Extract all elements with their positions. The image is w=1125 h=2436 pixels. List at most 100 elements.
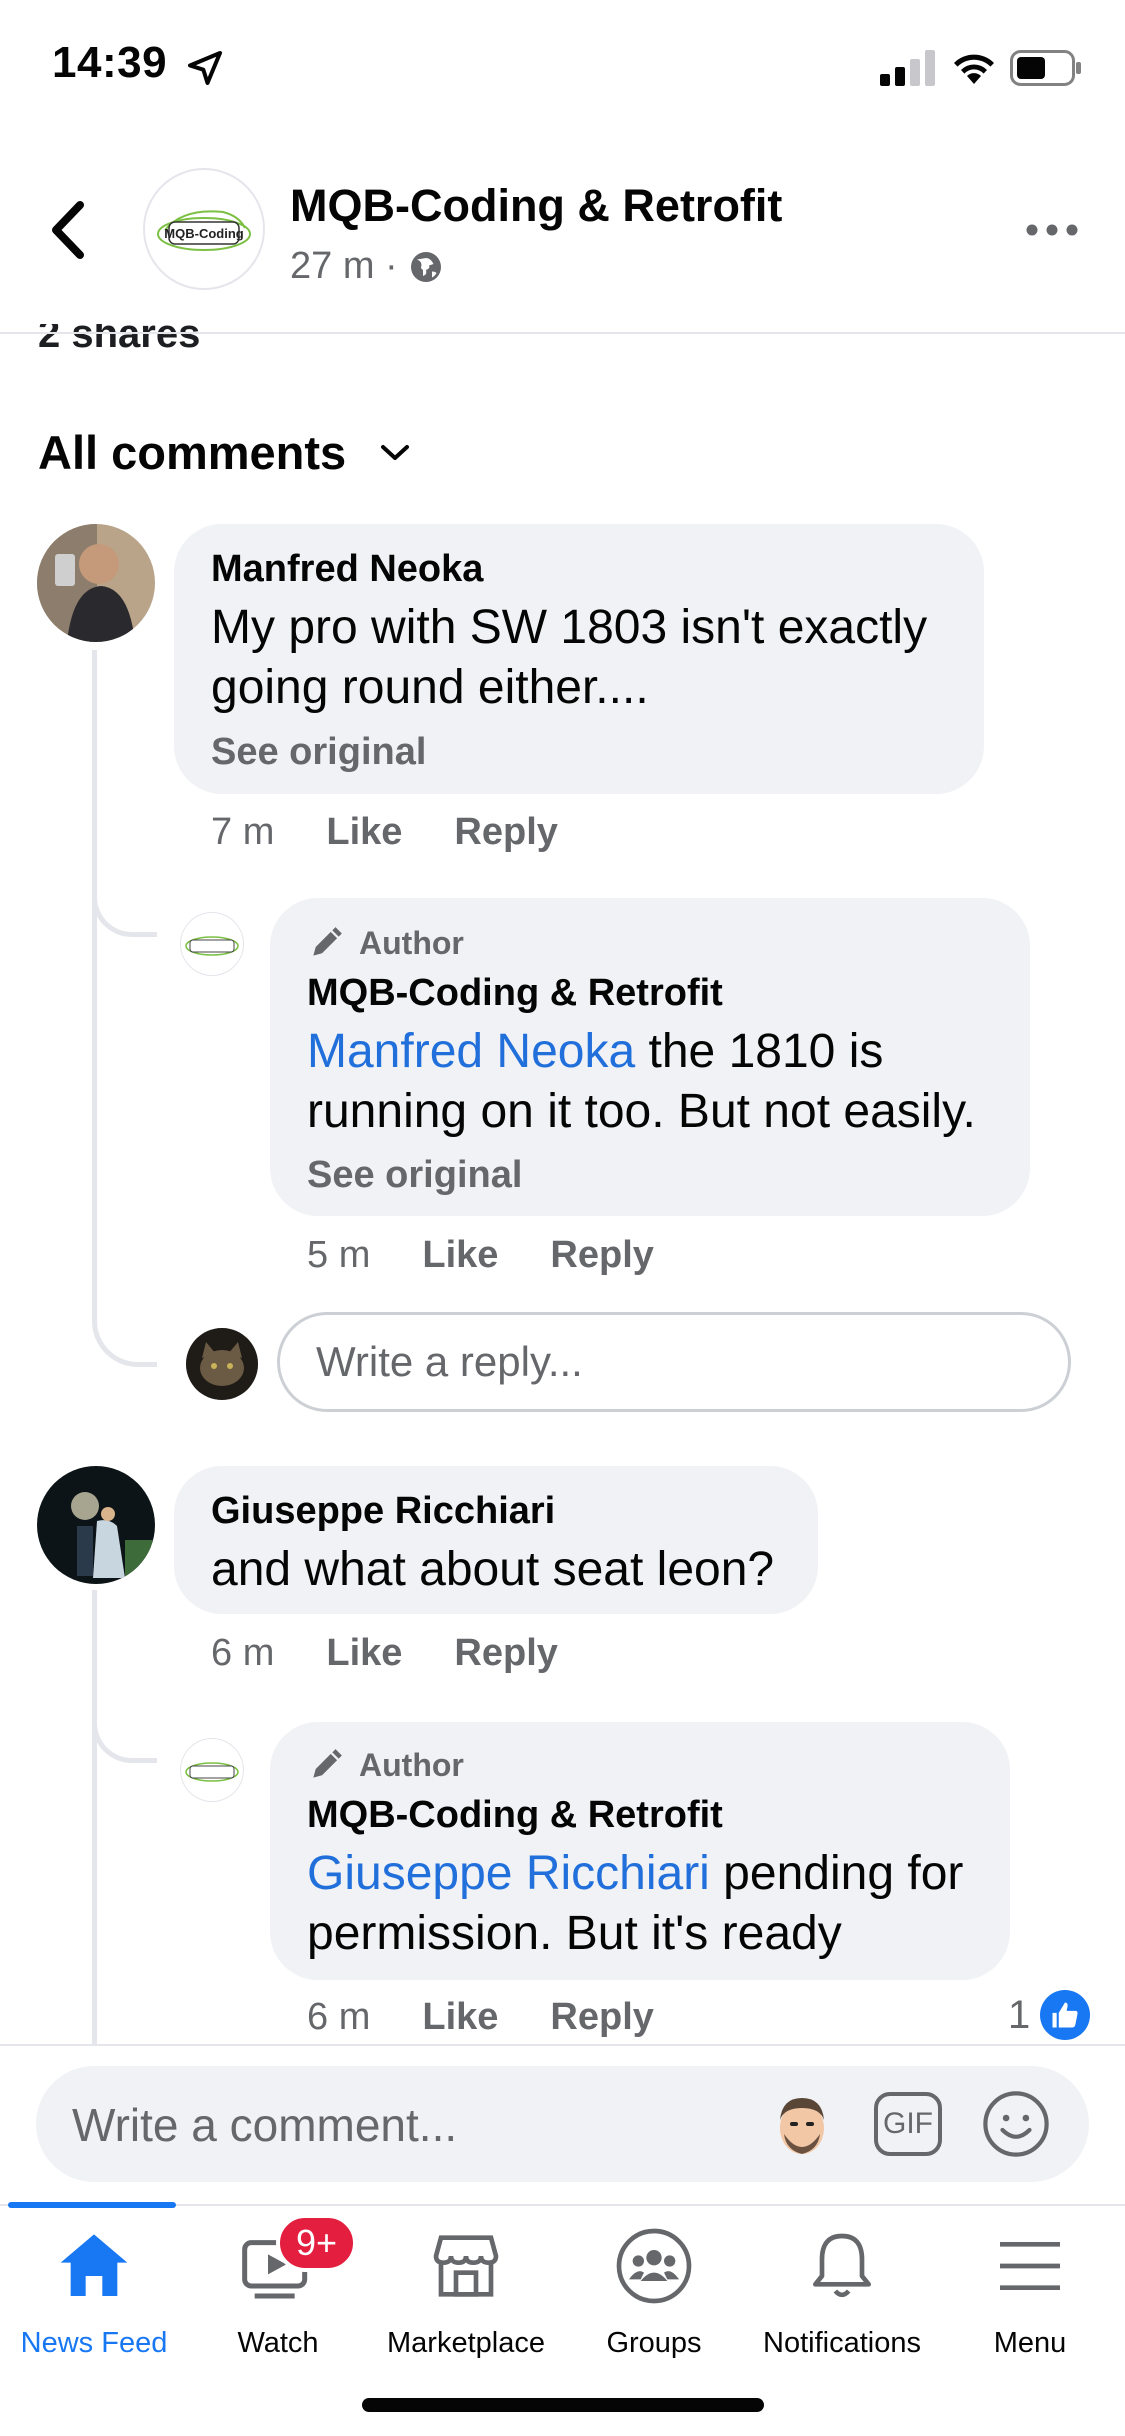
tab-news-feed[interactable]: News Feed (0, 2220, 188, 2360)
thread-line (92, 1590, 97, 2044)
globe-icon (410, 251, 441, 282)
comment-input-placeholder[interactable]: Write a comment... (72, 2098, 457, 2152)
pencil-icon (313, 927, 342, 956)
like-reaction-icon (1040, 1990, 1091, 2040)
post-time: 27 m · (290, 245, 398, 287)
cat-photo (186, 1328, 258, 1400)
mqb-logo-icon: MQB-Coding (157, 210, 251, 251)
see-original-link[interactable]: See original (307, 1154, 522, 1197)
reply-button[interactable]: Reply (550, 1996, 653, 2039)
wifi-icon (954, 54, 994, 84)
battery-icon (1010, 50, 1081, 86)
comments-filter-label: All comments (38, 426, 347, 479)
author-tag: Author (307, 924, 464, 962)
page-name[interactable]: MQB-Coding & Retrofit (290, 180, 782, 232)
svg-text:MQB-Coding: MQB-Coding (164, 226, 243, 241)
reply-input[interactable]: Write a reply... (277, 1312, 1071, 1412)
reply-actions: 6 m Like Reply (307, 1996, 654, 2039)
comments-filter[interactable]: All comments (38, 425, 412, 480)
reply-text-line: Manfred Neoka the 1810 is (307, 1022, 883, 1082)
gif-label: GIF (883, 2107, 933, 2140)
reply-input-placeholder: Write a reply... (316, 1338, 583, 1385)
like-button[interactable]: Like (326, 811, 402, 854)
home-indicator (362, 2398, 764, 2412)
tab-menu[interactable]: Menu (936, 2220, 1124, 2360)
reply-actions: 5 m Like Reply (307, 1234, 654, 1277)
bell-icon (813, 2233, 871, 2298)
header-divider (0, 332, 1125, 334)
avatar-manfred[interactable] (37, 524, 155, 642)
comment-text-line: and what about seat leon? (211, 1543, 775, 1596)
page-avatar[interactable]: MQB-Coding (143, 168, 265, 290)
author-tag-label: Author (359, 924, 464, 961)
chevron-down-icon (381, 444, 410, 460)
mqb-logo-icon (185, 936, 239, 956)
user-photo (37, 1466, 155, 1584)
current-user-avatar[interactable] (186, 1328, 258, 1400)
comment-time: 6 m (211, 1632, 275, 1674)
reaction-count: 1 (1008, 1992, 1031, 2037)
reply-button[interactable]: Reply (454, 811, 557, 854)
comment-text-line: going round either.... (211, 661, 649, 714)
reply-author[interactable]: MQB-Coding & Retrofit (307, 1794, 723, 1837)
page-avatar-small[interactable] (180, 912, 244, 976)
like-button[interactable]: Like (422, 1234, 498, 1277)
avatar-giuseppe[interactable] (37, 1466, 155, 1584)
author-tag-label: Author (359, 1746, 464, 1783)
reply-button[interactable]: Reply (454, 1632, 557, 1675)
menu-icon (1000, 2242, 1060, 2290)
comment-text-line: My pro with SW 1803 isn't exactly (211, 601, 928, 654)
composer-divider (0, 2044, 1125, 2046)
reply-time: 5 m (307, 1234, 371, 1276)
tab-label: Groups (606, 2327, 702, 2359)
thread-line (92, 650, 97, 880)
see-original-link[interactable]: See original (211, 731, 426, 774)
location-arrow-icon (188, 51, 222, 85)
reply-text-line: permission. But it's ready (307, 1907, 842, 1960)
emoji-button[interactable] (980, 2088, 1052, 2160)
mention-link[interactable]: Giuseppe Ricchiari (307, 1847, 710, 1900)
thread-connector (92, 880, 157, 1367)
tab-label: Marketplace (387, 2327, 545, 2359)
tab-notifications[interactable]: Notifications (748, 2220, 936, 2360)
reply-text: the 1810 is (635, 1025, 884, 1078)
tab-label: Menu (993, 2327, 1067, 2359)
cellular-signal-icon (880, 50, 935, 86)
active-tab-indicator (8, 2202, 176, 2208)
reply-text-line: Giuseppe Ricchiari pending for (307, 1844, 963, 1904)
tab-marketplace[interactable]: Marketplace (372, 2220, 560, 2360)
comment-time: 7 m (211, 811, 275, 853)
reply-author[interactable]: MQB-Coding & Retrofit (307, 972, 723, 1015)
comment-author[interactable]: Giuseppe Ricchiari (211, 1490, 555, 1533)
reaction-summary[interactable]: 1 (1008, 1990, 1091, 2040)
user-photo (37, 524, 155, 642)
comment-actions: 6 m Like Reply (211, 1632, 558, 1675)
avatar-sticker-icon[interactable] (770, 2090, 834, 2160)
tab-groups[interactable]: Groups (560, 2220, 748, 2360)
reply-button[interactable]: Reply (550, 1234, 653, 1277)
like-button[interactable]: Like (422, 1996, 498, 2039)
pencil-icon (313, 1749, 342, 1778)
page-avatar-small[interactable] (180, 1738, 244, 1802)
home-icon (60, 2234, 128, 2296)
groups-icon (616, 2228, 692, 2304)
reply-time: 6 m (307, 1996, 371, 2038)
tab-label: Watch (237, 2327, 319, 2359)
mention-link[interactable]: Manfred Neoka (307, 1025, 635, 1078)
author-tag: Author (307, 1746, 464, 1784)
shares-count[interactable]: 2 shares (38, 324, 200, 357)
tab-label: News Feed (20, 2327, 168, 2359)
more-options-button[interactable] (1022, 210, 1082, 250)
back-button[interactable] (40, 195, 100, 265)
tab-label: Notifications (763, 2327, 921, 2359)
gif-button[interactable]: GIF (874, 2092, 942, 2156)
thread-connector (92, 1690, 157, 1763)
like-button[interactable]: Like (326, 1632, 402, 1675)
comment-author[interactable]: Manfred Neoka (211, 548, 483, 591)
reply-text-line: running on it too. But not easily. (307, 1085, 976, 1138)
watch-badge: 9+ (276, 2214, 358, 2272)
post-meta: 27 m · (290, 245, 444, 288)
marketplace-icon (433, 2235, 499, 2297)
reply-text: pending for (709, 1847, 964, 1900)
comment-actions: 7 m Like Reply (211, 811, 558, 854)
